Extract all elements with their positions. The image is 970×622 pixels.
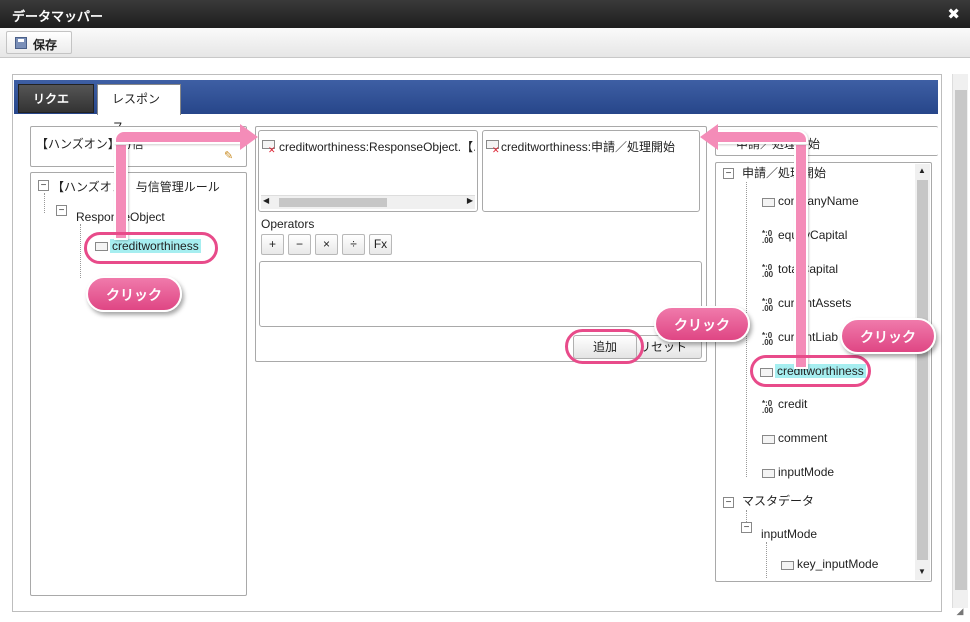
callout-click: クリック	[840, 318, 936, 354]
save-icon	[15, 37, 27, 49]
operators-label: Operators	[261, 217, 315, 231]
number-icon: *:0.00	[762, 331, 774, 347]
expression-textarea[interactable]	[259, 261, 702, 327]
node-icon	[762, 469, 775, 478]
operator-minus-button[interactable]: −	[288, 234, 311, 255]
callout-click: クリック	[654, 306, 750, 342]
scroll-right-icon[interactable]: ▶	[467, 196, 473, 205]
operator-divide-button[interactable]: ÷	[342, 234, 365, 255]
source-mapping-box[interactable]: ✕ creditworthiness:ResponseObject.【ハ ◀ ▶	[258, 130, 478, 212]
right-tree-item[interactable]: credit	[778, 397, 807, 411]
node-icon	[762, 198, 775, 207]
number-icon: *:0.00	[762, 399, 774, 415]
callout-click: クリック	[86, 276, 182, 312]
node-icon	[762, 435, 775, 444]
scrollbar-thumb[interactable]	[917, 180, 928, 560]
collapse-icon[interactable]: −	[723, 168, 734, 179]
scrollbar-thumb[interactable]	[955, 90, 967, 590]
toolbar: 保存	[0, 28, 970, 58]
annotation-arrow	[114, 143, 128, 240]
right-tree-item[interactable]: inputMode	[778, 465, 834, 479]
right-tree-item[interactable]: currentLiabilities	[778, 330, 838, 344]
save-label: 保存	[33, 38, 58, 52]
collapse-icon[interactable]: −	[56, 205, 67, 216]
close-icon[interactable]: ✖	[947, 5, 960, 23]
tree-line	[44, 193, 45, 213]
right-tree-master-leaf[interactable]: key_inputMode	[797, 557, 878, 571]
target-mapping-box[interactable]: ✕ creditworthiness:申請／処理開始	[482, 130, 700, 212]
operator-multiply-button[interactable]: ×	[315, 234, 338, 255]
annotation-arrow	[114, 130, 244, 144]
save-button[interactable]: 保存	[6, 31, 72, 54]
right-tree-item[interactable]: equityCapital	[778, 228, 847, 242]
source-mapping-text: creditworthiness:ResponseObject.【ハ	[279, 140, 475, 154]
annotation-arrow	[716, 130, 808, 144]
scroll-down-icon[interactable]: ▼	[918, 567, 926, 576]
tree-line	[80, 224, 81, 278]
right-tree-master-child[interactable]: inputMode	[761, 527, 817, 541]
arrow-head-right-icon	[240, 124, 258, 150]
right-tree-item[interactable]: companyName	[778, 194, 859, 208]
scroll-up-icon[interactable]: ▲	[918, 166, 926, 175]
error-mark-icon: ✕	[268, 145, 276, 155]
scrollbar-thumb[interactable]	[279, 198, 387, 207]
right-tree-master[interactable]: マスタデータ	[742, 492, 814, 509]
arrow-head-left-icon	[700, 124, 718, 150]
highlight-ring	[565, 329, 644, 364]
page-scrollbar[interactable]	[952, 74, 968, 608]
horizontal-scrollbar[interactable]: ◀ ▶	[261, 195, 475, 209]
operator-plus-button[interactable]: +	[261, 234, 284, 255]
collapse-icon[interactable]: −	[741, 522, 752, 533]
number-icon: *:0.00	[762, 297, 774, 313]
target-mapping-text: creditworthiness:申請／処理開始	[501, 140, 676, 154]
right-tree-item[interactable]: comment	[778, 431, 827, 445]
resize-grip-icon[interactable]: ◢	[952, 606, 968, 620]
highlight-ring	[84, 232, 218, 264]
right-tree-item[interactable]: totalCapital	[778, 262, 838, 276]
left-tree-root[interactable]: 【ハンズオン】与信管理ルール	[52, 178, 220, 195]
window-titlebar: データマッパー ✖	[0, 0, 970, 28]
tab-request[interactable]: リクエスト	[18, 84, 94, 134]
operator-function-button[interactable]: Fx	[369, 234, 392, 255]
collapse-icon[interactable]: −	[38, 180, 49, 191]
tab-response[interactable]: レスポンス	[97, 84, 181, 134]
annotation-arrow	[794, 143, 808, 369]
window-title: データマッパー	[12, 9, 104, 24]
collapse-icon[interactable]: −	[723, 497, 734, 508]
node-icon	[781, 561, 794, 570]
number-icon: *:0.00	[762, 229, 774, 245]
highlight-ring	[750, 355, 871, 387]
scroll-left-icon[interactable]: ◀	[263, 196, 269, 205]
right-tree-scrollbar[interactable]: ▲ ▼	[915, 164, 930, 580]
error-mark-icon: ✕	[492, 145, 500, 155]
right-tree-item[interactable]: currentAssets	[778, 296, 851, 310]
right-tree-root[interactable]: 申請／処理開始	[742, 164, 826, 181]
edit-pencil-icon[interactable]: ✎	[224, 149, 233, 162]
number-icon: *:0.00	[762, 263, 774, 279]
tree-line	[766, 542, 767, 578]
